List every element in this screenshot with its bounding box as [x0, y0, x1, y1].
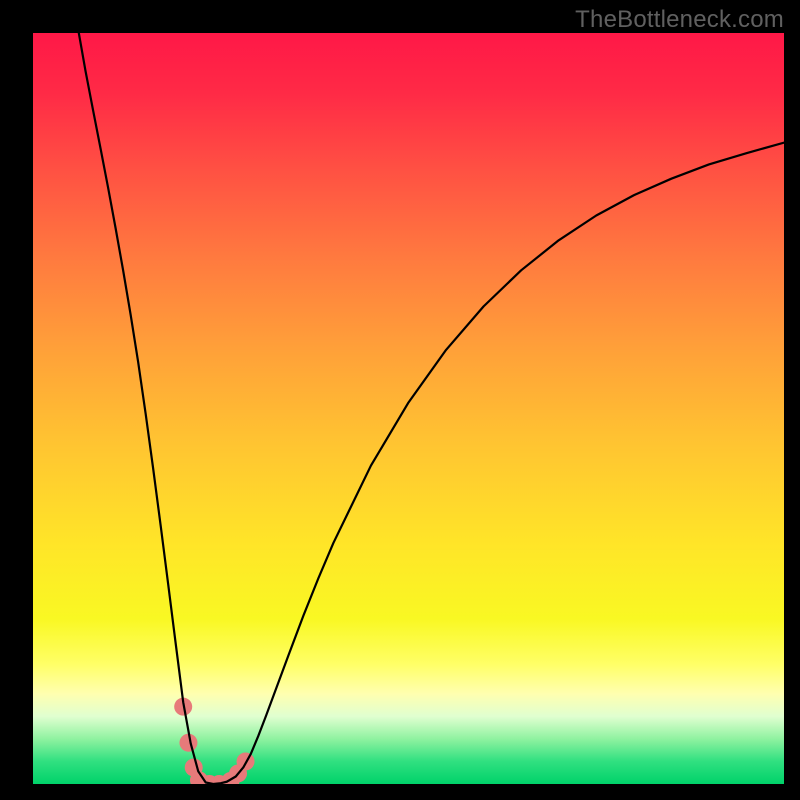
- chart-svg: [33, 33, 784, 784]
- chart-frame: TheBottleneck.com: [0, 0, 800, 800]
- data-markers: [174, 698, 254, 784]
- plot-area: [33, 33, 784, 784]
- watermark-text: TheBottleneck.com: [575, 6, 784, 34]
- bottleneck-curve: [79, 33, 784, 784]
